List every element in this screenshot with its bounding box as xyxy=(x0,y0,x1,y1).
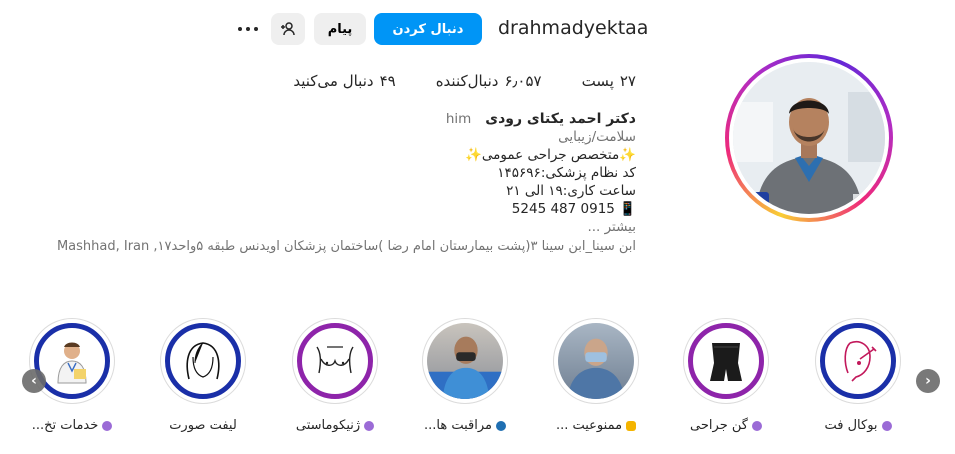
highlight-emoji-icon xyxy=(751,420,762,431)
profile-category: سلامت/زیبایی xyxy=(558,129,636,145)
profile-stats: ۲۷ پست ۶٫۰۵۷ دنبال‌کننده ۴۹ دنبال می‌کنی… xyxy=(293,72,636,90)
bio-more-link[interactable]: بیشتر ... xyxy=(36,218,636,236)
stat-following-value: ۴۹ xyxy=(379,72,396,90)
stat-followers-label: دنبال‌کننده xyxy=(435,72,499,90)
profile-bio: دکتر احمد یکتای رودی him سلامت/زیبایی ✨م… xyxy=(36,110,636,255)
bio-line-medical-code: کد نظام پزشکی:۱۴۵۶۹۶ xyxy=(497,165,636,181)
garment-icon xyxy=(710,343,742,381)
chevron-right-icon: › xyxy=(925,373,931,389)
surgeon-photo-icon xyxy=(427,336,503,399)
stat-posts: ۲۷ پست xyxy=(582,72,636,90)
highlight-emoji-icon xyxy=(496,420,506,431)
highlights-prev-button[interactable]: ‹ xyxy=(22,369,46,393)
bio-line-phone: 📱 0915 487 5245 xyxy=(511,201,636,217)
stat-following-label: دنبال می‌کنید xyxy=(293,72,374,90)
highlight-item[interactable]: ژنیکوماستی xyxy=(285,318,385,433)
highlight-item[interactable]: ممنوعیت ... xyxy=(546,318,646,433)
highlight-item[interactable]: گن جراحی xyxy=(676,318,776,433)
profile-username: drahmadyektaa xyxy=(498,17,649,39)
highlight-item[interactable]: مراقبت ها... xyxy=(415,318,515,433)
suggested-users-button[interactable] xyxy=(271,13,305,45)
message-button[interactable]: پیام xyxy=(314,13,366,45)
chevron-left-icon: ‹ xyxy=(31,373,37,389)
highlight-label: ژنیکوماستی xyxy=(295,418,361,433)
profile-photo xyxy=(733,62,885,214)
stat-posts-value: ۲۷ xyxy=(619,72,636,90)
stat-posts-label: پست xyxy=(581,72,614,90)
profile-full-name: دکتر احمد یکتای رودی xyxy=(485,111,636,127)
bio-line-specialty: ✨متخصص جراحی عمومی✨ xyxy=(465,147,636,163)
profile-address[interactable]: ابن سینا_ابن سینا ۳(پشت بیمارستان امام ر… xyxy=(36,238,636,255)
highlight-emoji-icon xyxy=(364,420,375,431)
stat-following[interactable]: ۴۹ دنبال می‌کنید xyxy=(293,72,395,90)
bio-line-hours: ساعت کاری:۱۹ الی ۲۱ xyxy=(506,183,636,199)
stat-followers-value: ۶٫۰۵۷ xyxy=(504,72,542,90)
doctor-cartoon-icon xyxy=(57,342,87,384)
highlight-item[interactable]: لیفت صورت xyxy=(153,318,253,433)
highlight-item[interactable]: بوکال فت xyxy=(808,318,908,433)
bio-name-line: دکتر احمد یکتای رودی him xyxy=(36,110,636,128)
profile-pronoun: him xyxy=(445,111,472,127)
highlight-label: مراقبت ها... xyxy=(424,418,492,433)
highlight-label: خدمات تخ... xyxy=(31,418,99,433)
highlights-next-button[interactable]: › xyxy=(916,369,940,393)
highlight-emoji-icon xyxy=(102,420,113,431)
face-lift-icon xyxy=(186,342,220,380)
highlight-label: لیفت صورت xyxy=(169,418,237,433)
highlight-emoji-icon xyxy=(881,420,892,431)
profile-avatar[interactable] xyxy=(725,54,893,222)
hand-emoji-icon xyxy=(626,420,637,431)
follow-button[interactable]: دنبال کردن xyxy=(374,13,482,45)
chest-outline-icon xyxy=(316,346,354,374)
highlight-label: ممنوعیت ... xyxy=(555,418,623,433)
story-highlights: بوکال فت گن جراحی ممنوعیت ... مراقبت ها.… xyxy=(0,318,955,448)
more-options-button[interactable] xyxy=(232,13,264,45)
stat-followers[interactable]: ۶٫۰۵۷ دنبال‌کننده xyxy=(436,72,542,90)
face-profile-icon xyxy=(844,341,877,382)
highlight-label: بوکال فت xyxy=(824,418,878,433)
doctor-photo-icon xyxy=(567,338,625,399)
add-person-icon xyxy=(281,22,295,36)
more-dots-icon xyxy=(238,27,258,31)
highlight-label: گن جراحی xyxy=(690,418,748,433)
